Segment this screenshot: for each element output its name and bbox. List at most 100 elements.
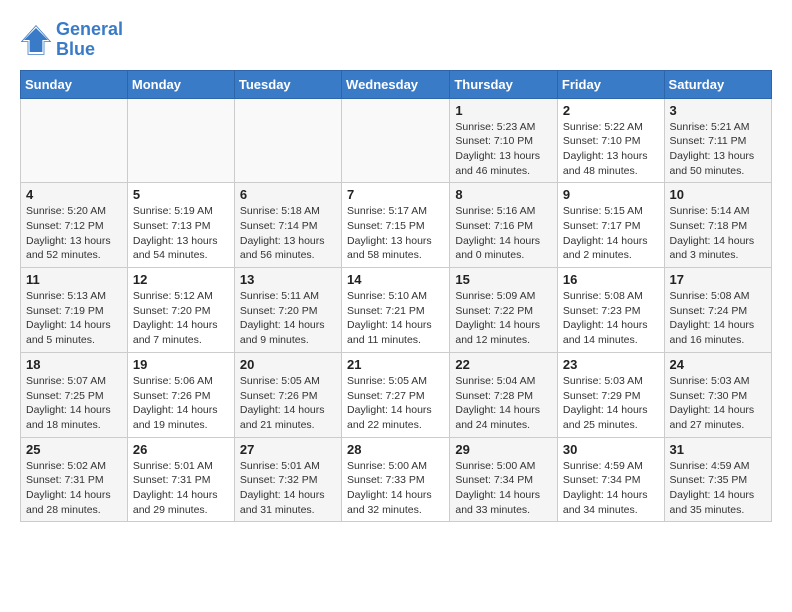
calendar-cell: 22 Sunrise: 5:04 AM Sunset: 7:28 PM Dayli…: [450, 352, 558, 437]
day-info: Sunrise: 5:19 AM Sunset: 7:13 PM Dayligh…: [133, 204, 229, 263]
day-number: 8: [455, 187, 552, 202]
calendar-week-2: 4 Sunrise: 5:20 AM Sunset: 7:12 PM Daylig…: [21, 183, 772, 268]
calendar-cell: 23Sunrise: 5:03 AM Sunset: 7:29 PM Dayli…: [557, 352, 664, 437]
day-number: 4: [26, 187, 122, 202]
calendar-cell: 14 Sunrise: 5:10 AM Sunset: 7:21 PM Dayli…: [342, 268, 450, 353]
day-info: Sunrise: 5:00 AM Sunset: 7:34 PM Dayligh…: [455, 459, 552, 518]
day-info: Sunrise: 5:09 AM Sunset: 7:22 PM Dayligh…: [455, 289, 552, 348]
logo-icon: [20, 24, 52, 56]
day-number: 6: [240, 187, 336, 202]
calendar-cell: 13 Sunrise: 5:11 AM Sunset: 7:20 PM Dayli…: [234, 268, 341, 353]
day-header-wednesday: Wednesday: [342, 70, 450, 98]
logo-text: General Blue: [56, 20, 123, 60]
calendar-header-row: SundayMondayTuesdayWednesdayThursdayFrid…: [21, 70, 772, 98]
calendar-cell: 4 Sunrise: 5:20 AM Sunset: 7:12 PM Daylig…: [21, 183, 128, 268]
day-number: 26: [133, 442, 229, 457]
calendar-cell: 21 Sunrise: 5:05 AM Sunset: 7:27 PM Dayli…: [342, 352, 450, 437]
day-info: Sunrise: 5:18 AM Sunset: 7:14 PM Dayligh…: [240, 204, 336, 263]
day-number: 27: [240, 442, 336, 457]
day-info: Sunrise: 5:05 AM Sunset: 7:27 PM Dayligh…: [347, 374, 444, 433]
calendar-cell: 3Sunrise: 5:21 AM Sunset: 7:11 PM Daylig…: [664, 98, 771, 183]
calendar-cell: 27 Sunrise: 5:01 AM Sunset: 7:32 PM Dayli…: [234, 437, 341, 522]
calendar-cell: 17 Sunrise: 5:08 AM Sunset: 7:24 PM Dayli…: [664, 268, 771, 353]
calendar-cell: 8 Sunrise: 5:16 AM Sunset: 7:16 PM Daylig…: [450, 183, 558, 268]
day-info: Sunrise: 5:00 AM Sunset: 7:33 PM Dayligh…: [347, 459, 444, 518]
calendar-cell: 25 Sunrise: 5:02 AM Sunset: 7:31 PM Dayli…: [21, 437, 128, 522]
day-info: Sunrise: 5:21 AM Sunset: 7:11 PM Dayligh…: [670, 120, 766, 179]
day-number: 11: [26, 272, 122, 287]
day-number: 25: [26, 442, 122, 457]
day-number: 1: [455, 103, 552, 118]
day-info: Sunrise: 5:02 AM Sunset: 7:31 PM Dayligh…: [26, 459, 122, 518]
calendar-cell: 9 Sunrise: 5:15 AM Sunset: 7:17 PM Daylig…: [557, 183, 664, 268]
calendar-cell: 28 Sunrise: 5:00 AM Sunset: 7:33 PM Dayli…: [342, 437, 450, 522]
day-info: Sunrise: 5:08 AM Sunset: 7:23 PM Dayligh…: [563, 289, 659, 348]
day-info: Sunrise: 5:13 AM Sunset: 7:19 PM Dayligh…: [26, 289, 122, 348]
day-number: 31: [670, 442, 766, 457]
page-header: General Blue: [20, 20, 772, 60]
day-number: 19: [133, 357, 229, 372]
day-info: Sunrise: 5:06 AM Sunset: 7:26 PM Dayligh…: [133, 374, 229, 433]
day-number: 5: [133, 187, 229, 202]
calendar-cell: 10Sunrise: 5:14 AM Sunset: 7:18 PM Dayli…: [664, 183, 771, 268]
day-number: 22: [455, 357, 552, 372]
day-number: 21: [347, 357, 444, 372]
logo: General Blue: [20, 20, 123, 60]
calendar-week-5: 25 Sunrise: 5:02 AM Sunset: 7:31 PM Dayli…: [21, 437, 772, 522]
calendar-cell: 6 Sunrise: 5:18 AM Sunset: 7:14 PM Daylig…: [234, 183, 341, 268]
day-number: 15: [455, 272, 552, 287]
calendar-table: SundayMondayTuesdayWednesdayThursdayFrid…: [20, 70, 772, 523]
day-header-sunday: Sunday: [21, 70, 128, 98]
day-info: Sunrise: 5:01 AM Sunset: 7:32 PM Dayligh…: [240, 459, 336, 518]
day-number: 20: [240, 357, 336, 372]
day-number: 14: [347, 272, 444, 287]
day-info: Sunrise: 5:04 AM Sunset: 7:28 PM Dayligh…: [455, 374, 552, 433]
day-header-saturday: Saturday: [664, 70, 771, 98]
day-info: Sunrise: 5:11 AM Sunset: 7:20 PM Dayligh…: [240, 289, 336, 348]
day-number: 24: [670, 357, 766, 372]
day-info: Sunrise: 5:05 AM Sunset: 7:26 PM Dayligh…: [240, 374, 336, 433]
day-info: Sunrise: 4:59 AM Sunset: 7:34 PM Dayligh…: [563, 459, 659, 518]
calendar-cell: [342, 98, 450, 183]
calendar-cell: 7Sunrise: 5:17 AM Sunset: 7:15 PM Daylig…: [342, 183, 450, 268]
calendar-cell: 20 Sunrise: 5:05 AM Sunset: 7:26 PM Dayli…: [234, 352, 341, 437]
day-header-friday: Friday: [557, 70, 664, 98]
day-info: Sunrise: 5:20 AM Sunset: 7:12 PM Dayligh…: [26, 204, 122, 263]
day-info: Sunrise: 5:12 AM Sunset: 7:20 PM Dayligh…: [133, 289, 229, 348]
calendar-cell: 5 Sunrise: 5:19 AM Sunset: 7:13 PM Daylig…: [127, 183, 234, 268]
calendar-cell: 2Sunrise: 5:22 AM Sunset: 7:10 PM Daylig…: [557, 98, 664, 183]
day-info: Sunrise: 5:10 AM Sunset: 7:21 PM Dayligh…: [347, 289, 444, 348]
day-number: 12: [133, 272, 229, 287]
day-info: Sunrise: 5:15 AM Sunset: 7:17 PM Dayligh…: [563, 204, 659, 263]
calendar-cell: 24Sunrise: 5:03 AM Sunset: 7:30 PM Dayli…: [664, 352, 771, 437]
calendar-week-1: 1 Sunrise: 5:23 AM Sunset: 7:10 PM Daylig…: [21, 98, 772, 183]
day-number: 23: [563, 357, 659, 372]
day-info: Sunrise: 5:23 AM Sunset: 7:10 PM Dayligh…: [455, 120, 552, 179]
calendar-cell: [127, 98, 234, 183]
calendar-cell: 1 Sunrise: 5:23 AM Sunset: 7:10 PM Daylig…: [450, 98, 558, 183]
day-number: 17: [670, 272, 766, 287]
calendar-cell: 19 Sunrise: 5:06 AM Sunset: 7:26 PM Dayli…: [127, 352, 234, 437]
day-header-tuesday: Tuesday: [234, 70, 341, 98]
day-info: Sunrise: 5:16 AM Sunset: 7:16 PM Dayligh…: [455, 204, 552, 263]
day-header-thursday: Thursday: [450, 70, 558, 98]
day-number: 9: [563, 187, 659, 202]
day-info: Sunrise: 4:59 AM Sunset: 7:35 PM Dayligh…: [670, 459, 766, 518]
calendar-cell: 12 Sunrise: 5:12 AM Sunset: 7:20 PM Dayli…: [127, 268, 234, 353]
calendar-cell: 31 Sunrise: 4:59 AM Sunset: 7:35 PM Dayli…: [664, 437, 771, 522]
day-info: Sunrise: 5:01 AM Sunset: 7:31 PM Dayligh…: [133, 459, 229, 518]
day-info: Sunrise: 5:08 AM Sunset: 7:24 PM Dayligh…: [670, 289, 766, 348]
calendar-cell: 16 Sunrise: 5:08 AM Sunset: 7:23 PM Dayli…: [557, 268, 664, 353]
day-info: Sunrise: 5:17 AM Sunset: 7:15 PM Dayligh…: [347, 204, 444, 263]
day-number: 16: [563, 272, 659, 287]
calendar-cell: 29 Sunrise: 5:00 AM Sunset: 7:34 PM Dayli…: [450, 437, 558, 522]
calendar-cell: 26 Sunrise: 5:01 AM Sunset: 7:31 PM Dayli…: [127, 437, 234, 522]
calendar-cell: 11 Sunrise: 5:13 AM Sunset: 7:19 PM Dayli…: [21, 268, 128, 353]
day-number: 29: [455, 442, 552, 457]
day-info: Sunrise: 5:22 AM Sunset: 7:10 PM Dayligh…: [563, 120, 659, 179]
calendar-cell: [21, 98, 128, 183]
calendar-week-4: 18Sunrise: 5:07 AM Sunset: 7:25 PM Dayli…: [21, 352, 772, 437]
day-number: 13: [240, 272, 336, 287]
day-number: 28: [347, 442, 444, 457]
day-number: 30: [563, 442, 659, 457]
